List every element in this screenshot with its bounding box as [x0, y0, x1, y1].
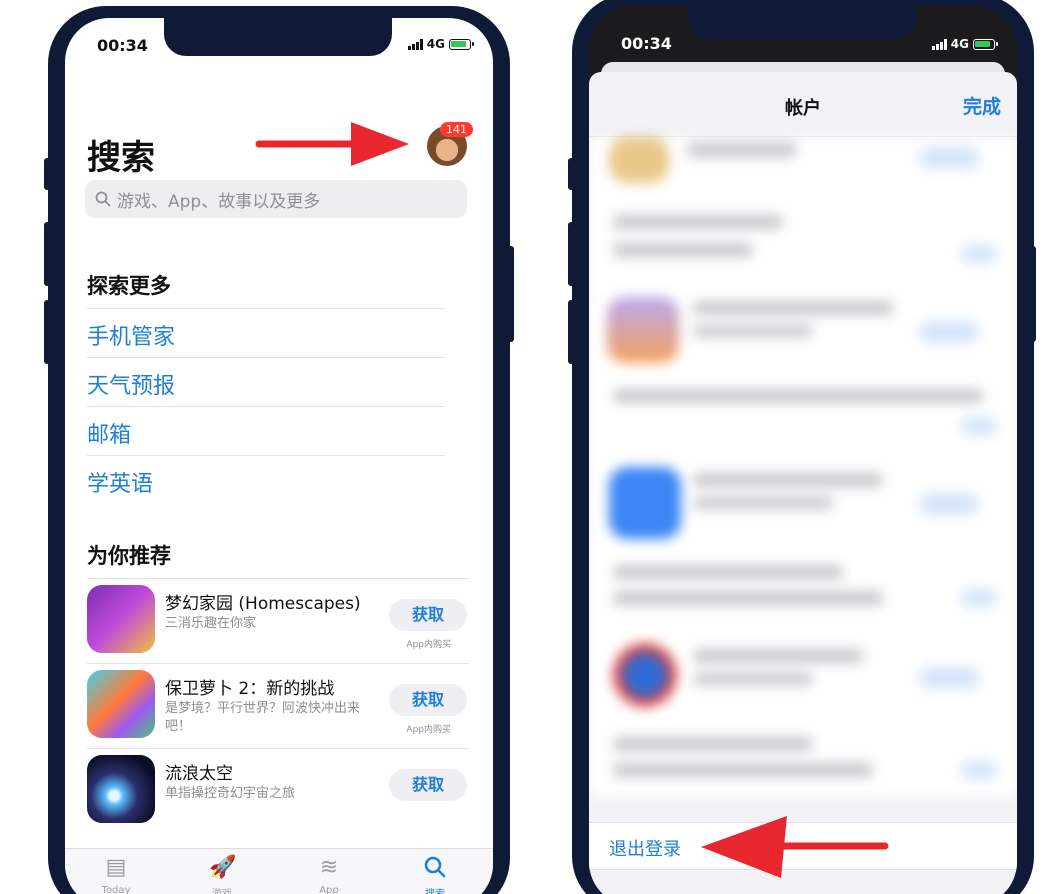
- search-placeholder: 游戏、App、故事以及更多: [117, 191, 321, 212]
- tab-bar: ▤ Today 🚀 游戏 ≋ App 搜索: [65, 848, 493, 894]
- status-indicators: 4G: [931, 37, 998, 51]
- carrot-fantasy-app-icon: [87, 670, 155, 738]
- mute-switch: [568, 158, 574, 190]
- app-subtitle: 是梦境？平行世界？阿波快冲出来吧！: [165, 701, 361, 734]
- app-store-search-screen: 00:34 4G 搜索 141 游戏、App、故事以及更多 探索更多 手机管家 …: [65, 18, 493, 894]
- in-app-purchase-label: App内购买: [406, 725, 451, 735]
- explore-heading: 探索更多: [87, 274, 171, 298]
- tab-apps[interactable]: ≋ App: [289, 855, 369, 894]
- search-input[interactable]: 游戏、App、故事以及更多: [85, 180, 467, 218]
- explore-item[interactable]: 手机管家: [87, 308, 445, 356]
- app-subtitle: 单指操控奇幻宇宙之旅: [165, 786, 296, 801]
- app-row-homescapes[interactable]: 梦幻家园 (Homescapes) 三消乐趣在你家 获取 App内购买: [87, 578, 469, 662]
- get-button[interactable]: 获取: [389, 769, 467, 801]
- tab-today[interactable]: ▤ Today: [76, 855, 156, 894]
- done-button[interactable]: 完成: [963, 92, 1001, 119]
- account-screen: 00:34 4G 帐户 完成 退出登录: [589, 6, 1017, 894]
- tab-label: 游戏: [212, 889, 232, 894]
- app-row-space-wander[interactable]: 流浪太空 单指操控奇幻宇宙之旅 获取: [87, 748, 469, 832]
- red-arrow-icon: [255, 122, 409, 166]
- rocket-icon: 🚀: [209, 855, 237, 880]
- red-arrow-icon: [701, 816, 889, 878]
- tab-search[interactable]: 搜索: [395, 855, 475, 894]
- app-name: 保卫萝卜 2：新的挑战: [165, 679, 335, 699]
- update-badge: 141: [440, 122, 473, 137]
- tab-label: Today: [101, 885, 131, 894]
- battery-icon: [973, 38, 998, 50]
- get-button[interactable]: 获取: [389, 684, 467, 716]
- volume-up-button: [568, 222, 574, 286]
- app-name: 流浪太空: [165, 764, 233, 784]
- search-icon: [422, 855, 448, 881]
- network-label: 4G: [950, 37, 969, 51]
- in-app-purchase-label: App内购买: [406, 640, 451, 650]
- tab-label: App: [319, 885, 339, 894]
- account-sheet: 帐户 完成 退出登录: [589, 72, 1017, 894]
- explore-item[interactable]: 邮箱: [87, 406, 445, 454]
- notch: [164, 18, 392, 56]
- battery-icon: [449, 38, 474, 50]
- explore-item[interactable]: 天气预报: [87, 357, 445, 405]
- status-indicators: 4G: [407, 37, 474, 51]
- page-title: 搜索: [87, 138, 155, 178]
- right-phone: 00:34 4G 帐户 完成 退出登录: [572, 0, 1034, 894]
- status-time: 00:34: [621, 34, 672, 53]
- blurred-updates-list: [589, 137, 1017, 797]
- power-button: [508, 246, 514, 342]
- status-time: 00:34: [97, 36, 148, 55]
- app-row-carrot-fantasy[interactable]: 保卫萝卜 2：新的挑战 是梦境？平行世界？阿波快冲出来吧！ 获取 App内购买: [87, 663, 469, 747]
- left-phone: 00:34 4G 搜索 141 游戏、App、故事以及更多 探索更多 手机管家 …: [48, 6, 510, 894]
- mute-switch: [44, 158, 50, 190]
- volume-down-button: [568, 300, 574, 364]
- notch: [688, 6, 916, 40]
- layers-icon: ≋: [319, 855, 339, 880]
- space-app-icon: [87, 755, 155, 823]
- tab-games[interactable]: 🚀 游戏: [182, 855, 262, 894]
- explore-item[interactable]: 学英语: [87, 455, 445, 503]
- today-icon: ▤: [105, 855, 127, 880]
- signal-icon: [931, 38, 947, 50]
- app-subtitle: 三消乐趣在你家: [165, 616, 257, 631]
- homescapes-app-icon: [87, 585, 155, 653]
- signal-icon: [407, 38, 423, 50]
- get-button[interactable]: 获取: [389, 599, 467, 631]
- recommend-heading: 为你推荐: [87, 544, 171, 568]
- power-button: [1030, 246, 1036, 342]
- volume-down-button: [44, 300, 50, 364]
- sign-out-button[interactable]: 退出登录: [609, 835, 681, 861]
- nav-title: 帐户: [785, 98, 821, 119]
- app-name: 梦幻家园 (Homescapes): [165, 594, 361, 614]
- network-label: 4G: [426, 37, 445, 51]
- search-icon: [95, 191, 111, 207]
- tab-label: 搜索: [425, 889, 445, 894]
- volume-up-button: [44, 222, 50, 286]
